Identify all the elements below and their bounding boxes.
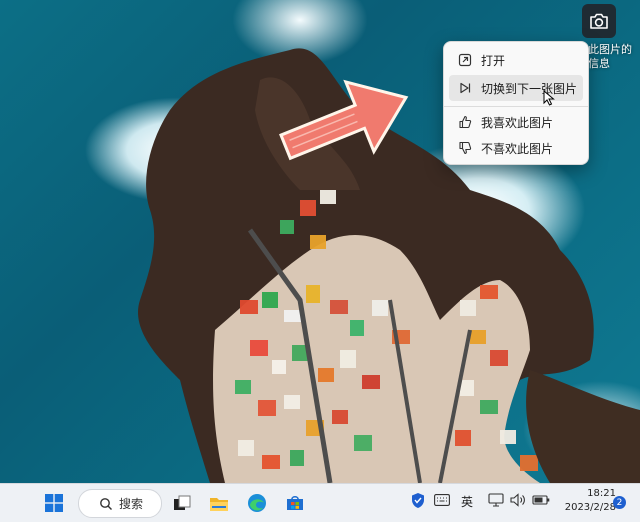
store-icon xyxy=(287,496,303,510)
menu-item-label: 打开 xyxy=(481,53,506,68)
menu-item-open[interactable]: 打开 xyxy=(449,47,583,73)
folder-icon xyxy=(210,497,228,511)
taskbar-clock[interactable]: 18:21 2023/2/28 xyxy=(565,487,616,515)
clock-time: 18:21 xyxy=(587,488,616,499)
camera-icon xyxy=(590,13,608,29)
taskbar-search[interactable]: 搜索 xyxy=(78,489,162,518)
thumbs-up-icon xyxy=(457,114,473,130)
desktop-wallpaper[interactable]: 此图片的信息 打开 切换到下一张图片 我喜欢此图片 不喜欢此图片 xyxy=(0,0,640,483)
menu-item-label: 我喜欢此图片 xyxy=(481,115,554,130)
keyboard-icon[interactable] xyxy=(434,494,450,509)
search-label: 搜索 xyxy=(119,497,144,511)
network-icon[interactable] xyxy=(488,493,504,510)
mouse-cursor xyxy=(543,90,555,106)
menu-item-dislike[interactable]: 不喜欢此图片 xyxy=(449,135,583,161)
image-info-caption: 此图片的信息 xyxy=(588,43,632,70)
volume-icon[interactable] xyxy=(510,493,526,510)
open-external-icon xyxy=(457,52,473,68)
edge-icon xyxy=(248,494,266,512)
menu-item-label: 不喜欢此图片 xyxy=(481,141,554,156)
search-icon xyxy=(100,497,112,510)
task-view-button[interactable] xyxy=(167,488,197,518)
next-image-icon xyxy=(457,80,473,96)
taskbar: 搜索 英 18:21 2023/2/28 2 xyxy=(0,483,640,522)
store-button[interactable] xyxy=(280,488,310,518)
menu-separator xyxy=(444,106,588,107)
file-explorer-button[interactable] xyxy=(204,488,234,518)
windows-logo-icon xyxy=(45,494,63,512)
task-view-icon xyxy=(174,495,191,510)
battery-icon[interactable] xyxy=(532,493,550,510)
input-method-indicator[interactable]: 英 xyxy=(461,493,473,510)
start-button[interactable] xyxy=(39,488,69,518)
menu-item-next-image[interactable]: 切换到下一张图片 xyxy=(449,75,583,101)
security-shield-icon[interactable] xyxy=(410,492,426,512)
menu-item-label: 切换到下一张图片 xyxy=(481,81,578,96)
edge-browser-button[interactable] xyxy=(242,488,272,518)
menu-item-like[interactable]: 我喜欢此图片 xyxy=(449,109,583,135)
wallpaper-context-menu: 打开 切换到下一张图片 我喜欢此图片 不喜欢此图片 xyxy=(443,41,589,165)
clock-date: 2023/2/28 xyxy=(564,502,616,513)
notification-count-badge[interactable]: 2 xyxy=(613,496,626,509)
thumbs-down-icon xyxy=(457,140,473,156)
image-info-button[interactable] xyxy=(582,4,616,38)
